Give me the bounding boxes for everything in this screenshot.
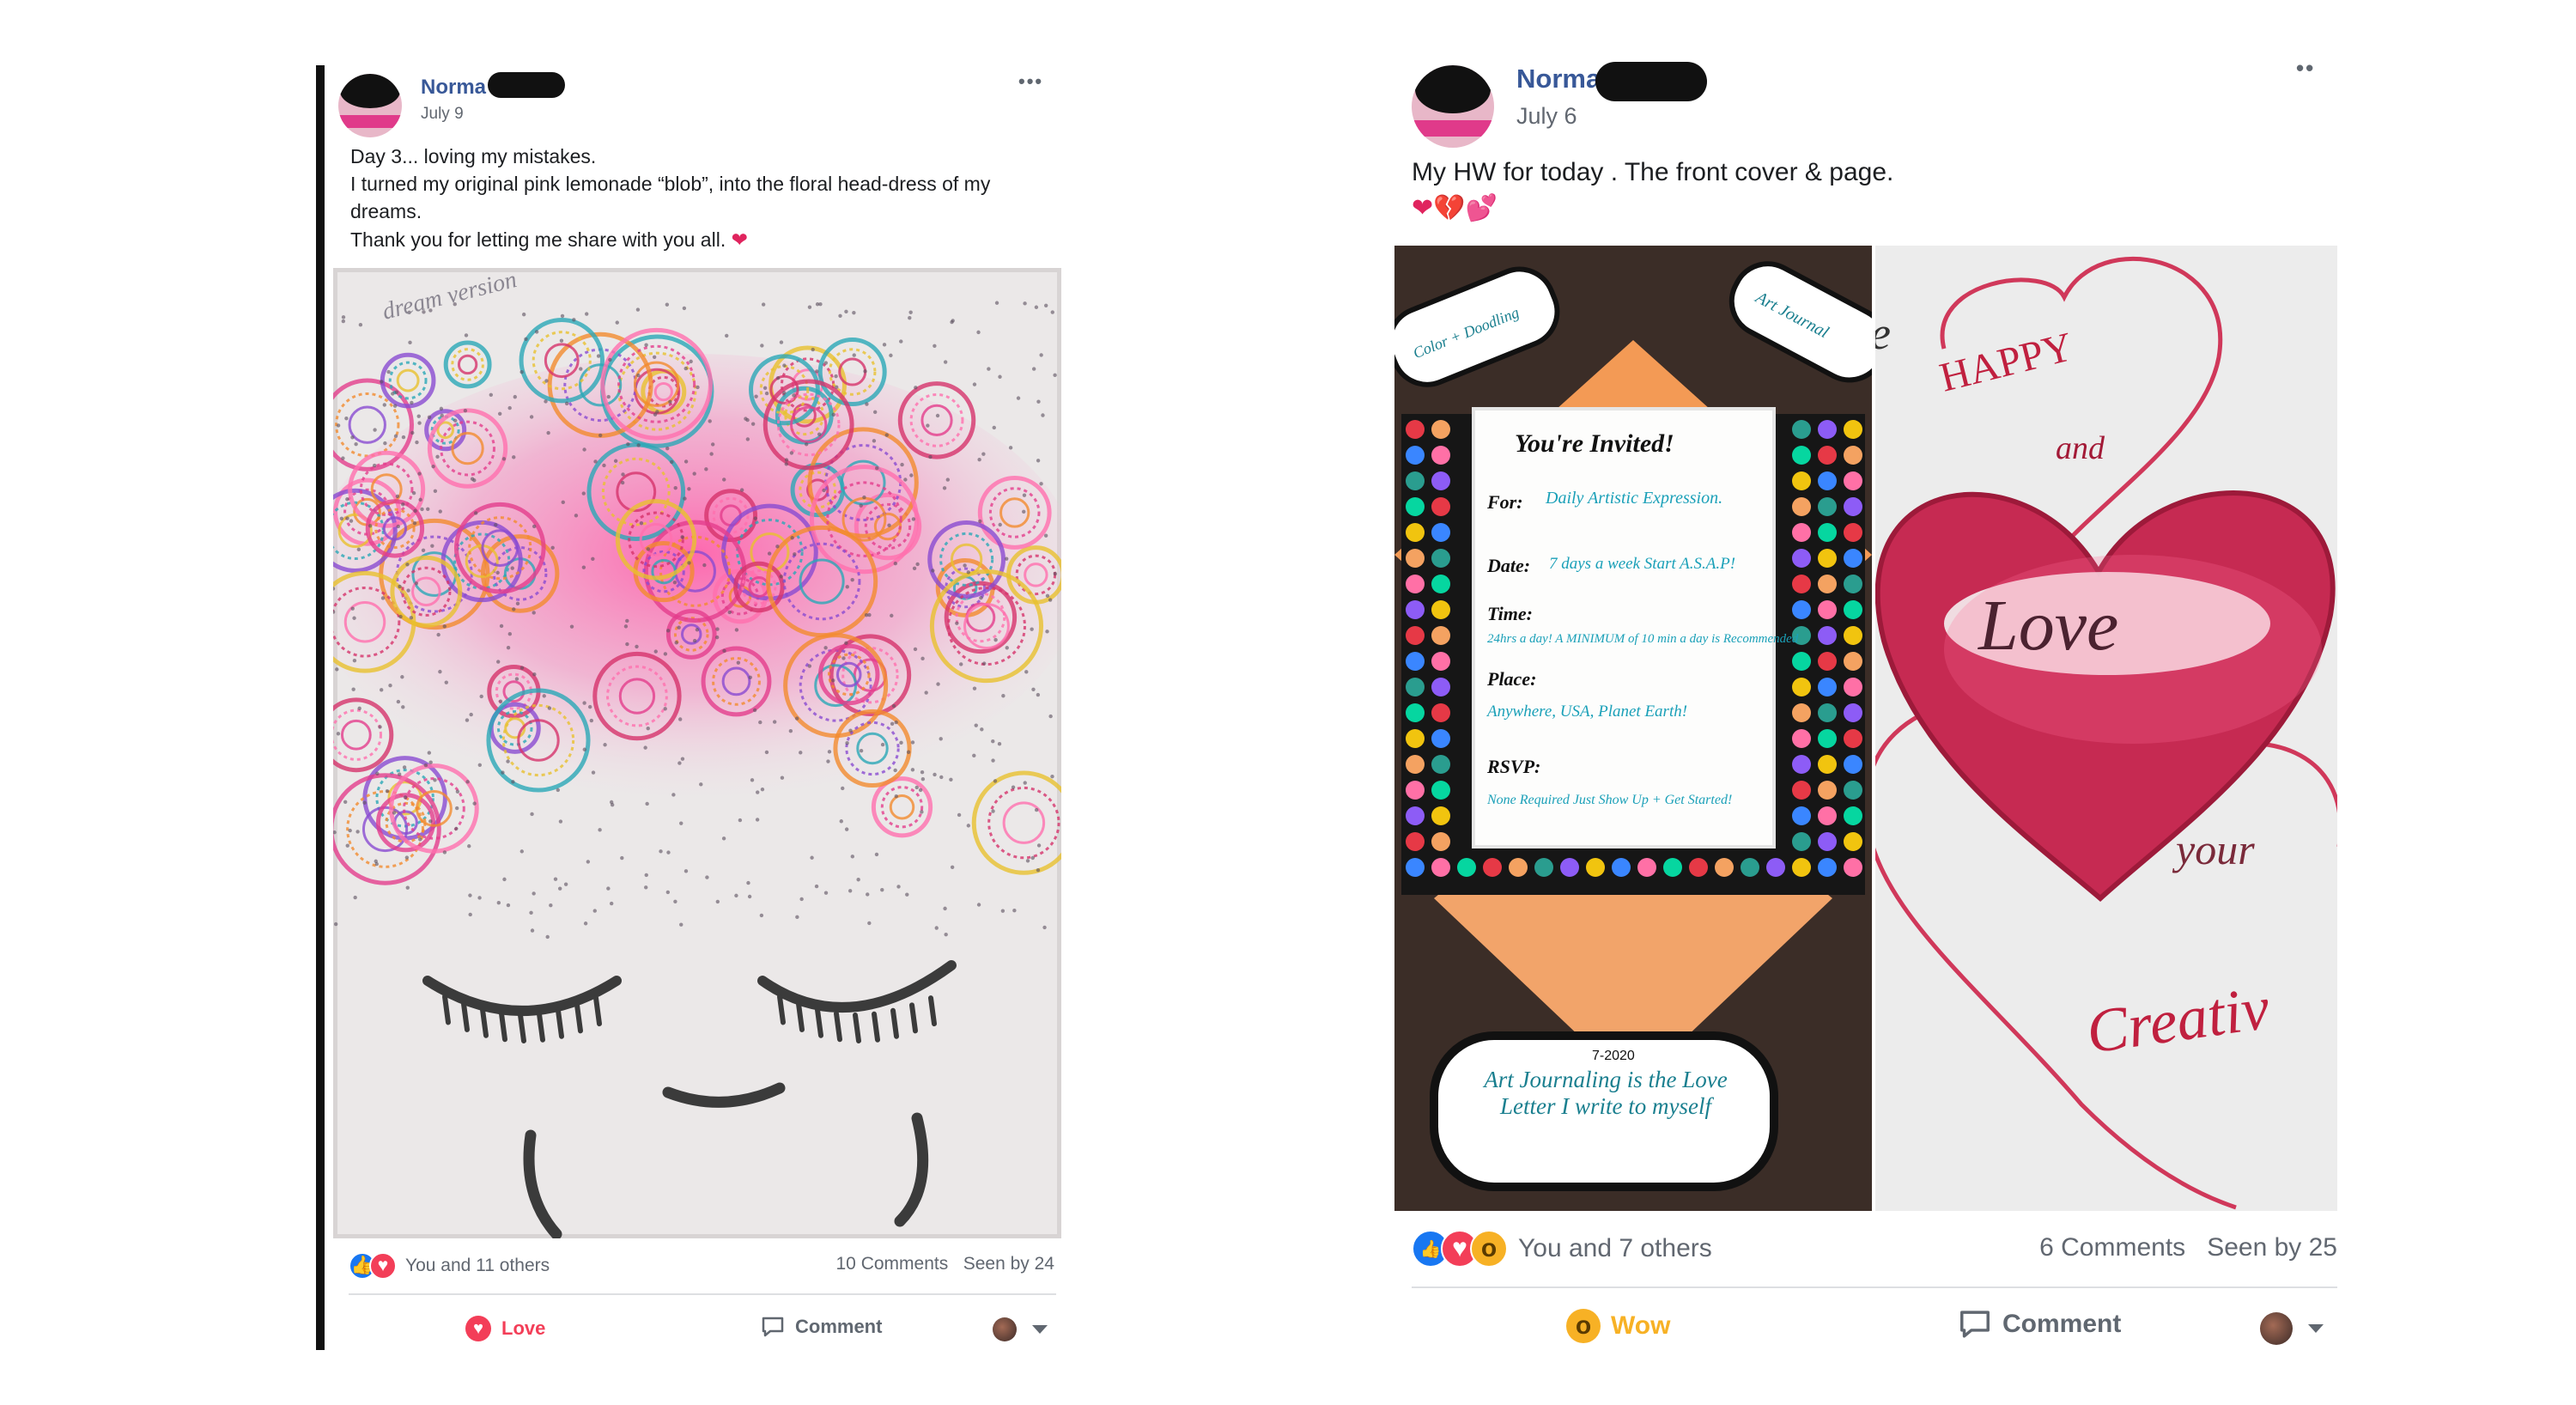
hearts-page-art: HAPPY and Love your Creativ e bbox=[1875, 246, 2337, 1211]
viewer-avatar bbox=[2260, 1312, 2293, 1345]
hearts-emoji: ❤💔💕 bbox=[1412, 194, 1498, 222]
comment-icon bbox=[762, 1317, 784, 1337]
comment-icon bbox=[1960, 1311, 1990, 1338]
wow-icon: o bbox=[1470, 1230, 1508, 1268]
word-your: your bbox=[2172, 825, 2255, 873]
post-date[interactable]: July 9 bbox=[421, 105, 464, 124]
redaction-mark bbox=[1595, 62, 1707, 101]
post-photo-hearts[interactable]: HAPPY and Love your Creativ e bbox=[1875, 246, 2337, 1211]
invite-for-value: Daily Artistic Expression. bbox=[1545, 489, 1722, 508]
invite-place-value: Anywhere, USA, Planet Earth! bbox=[1485, 702, 1687, 721]
invite-for-label: For: bbox=[1486, 491, 1523, 513]
more-options-button[interactable]: ••• bbox=[1018, 70, 1043, 93]
divider bbox=[1412, 1286, 2337, 1288]
invite-date-label: Date: bbox=[1486, 555, 1530, 576]
caption-line: I turned my original pink lemonade “blob… bbox=[350, 173, 991, 196]
chevron-down-icon bbox=[1032, 1325, 1048, 1334]
divider bbox=[349, 1293, 1056, 1295]
comment-button-label: Comment bbox=[2002, 1310, 2122, 1338]
post-photo-drawing[interactable]: dream version bbox=[333, 268, 1061, 1238]
invite-time-value: 24hrs a day! A MINIMUM of 10 min a day i… bbox=[1487, 632, 1799, 646]
viewer-avatar bbox=[993, 1317, 1017, 1341]
post-card-right: Norma July 6 •• My HW for today . The fr… bbox=[1393, 53, 2337, 1359]
caption-line: Thank you for letting me share with you … bbox=[350, 228, 748, 251]
wow-button[interactable]: o Wow bbox=[1566, 1309, 1670, 1343]
love-button[interactable]: ♥ Love bbox=[465, 1316, 545, 1341]
post-card-left: Norma July 9 ••• Day 3... loving my mist… bbox=[316, 65, 1063, 1350]
post-date[interactable]: July 6 bbox=[1516, 103, 1577, 130]
invite-rsvp-value: None Required Just Show Up + Get Started… bbox=[1486, 793, 1732, 807]
comment-button[interactable]: Comment bbox=[1958, 1309, 2121, 1340]
audience-selector[interactable] bbox=[993, 1317, 1048, 1341]
caption-line: Day 3... loving my mistakes. bbox=[350, 145, 597, 167]
author-name[interactable]: Norma bbox=[1516, 64, 1601, 94]
love-icon: ♥ bbox=[369, 1252, 397, 1280]
comment-button[interactable]: Comment bbox=[761, 1316, 882, 1338]
sleeping-face-drawing: dream version bbox=[333, 268, 1061, 1238]
bottom-date: 7-2020 bbox=[1592, 1049, 1635, 1063]
seen-count[interactable]: Seen by 24 bbox=[963, 1254, 1054, 1274]
love-button-label: Love bbox=[501, 1317, 546, 1339]
caption-line: My HW for today . The front cover & page… bbox=[1412, 158, 1894, 186]
reactions-summary[interactable]: 👍 ♥ o You and 7 others bbox=[1412, 1230, 1712, 1268]
author-avatar[interactable] bbox=[338, 74, 402, 137]
reactions-count: You and 11 others bbox=[405, 1256, 550, 1275]
invite-time-label: Time: bbox=[1487, 603, 1533, 624]
partial-letter: e bbox=[1875, 307, 1891, 359]
comments-seen-counts: 6 Comments Seen by 25 bbox=[2039, 1233, 2337, 1262]
more-options-button[interactable]: •• bbox=[2296, 55, 2315, 82]
comments-count[interactable]: 10 Comments bbox=[836, 1254, 949, 1274]
redaction-mark bbox=[488, 72, 565, 98]
word-and: and bbox=[2056, 430, 2105, 466]
bottom-label-text: Art Journaling is the Love Letter I writ… bbox=[1484, 1067, 1728, 1120]
comment-button-label: Comment bbox=[795, 1316, 883, 1337]
love-icon: ♥ bbox=[465, 1316, 491, 1341]
author-name[interactable]: Norma bbox=[421, 76, 486, 100]
reactions-count: You and 7 others bbox=[1518, 1234, 1712, 1262]
chevron-down-icon bbox=[2308, 1324, 2324, 1333]
wow-icon: o bbox=[1566, 1309, 1601, 1343]
post-photo-invitation[interactable]: You're Invited! For: Daily Artistic Expr… bbox=[1394, 246, 1872, 1211]
author-avatar[interactable] bbox=[1412, 65, 1494, 148]
comments-count[interactable]: 6 Comments bbox=[2039, 1233, 2185, 1262]
invite-date-value: 7 days a week Start A.S.A.P! bbox=[1549, 555, 1735, 573]
heart-emoji: ❤ bbox=[731, 228, 748, 251]
word-love: Love bbox=[1978, 586, 2118, 666]
seen-count[interactable]: Seen by 25 bbox=[2207, 1233, 2337, 1262]
audience-selector[interactable] bbox=[2260, 1312, 2324, 1345]
invite-rsvp-label: RSVP: bbox=[1486, 756, 1540, 777]
post-caption: Day 3... loving my mistakes. I turned my… bbox=[350, 143, 990, 253]
comments-seen-counts: 10 Comments Seen by 24 bbox=[836, 1254, 1055, 1274]
wow-button-label: Wow bbox=[1611, 1311, 1671, 1340]
invitation-card-art: You're Invited! For: Daily Artistic Expr… bbox=[1394, 246, 1872, 1211]
reactions-summary[interactable]: 👍 ♥ You and 11 others bbox=[349, 1252, 550, 1280]
caption-line: dreams. bbox=[350, 200, 422, 223]
invite-place-label: Place: bbox=[1486, 668, 1536, 690]
invite-title: You're Invited! bbox=[1515, 429, 1674, 458]
post-caption: My HW for today . The front cover & page… bbox=[1412, 155, 1893, 227]
